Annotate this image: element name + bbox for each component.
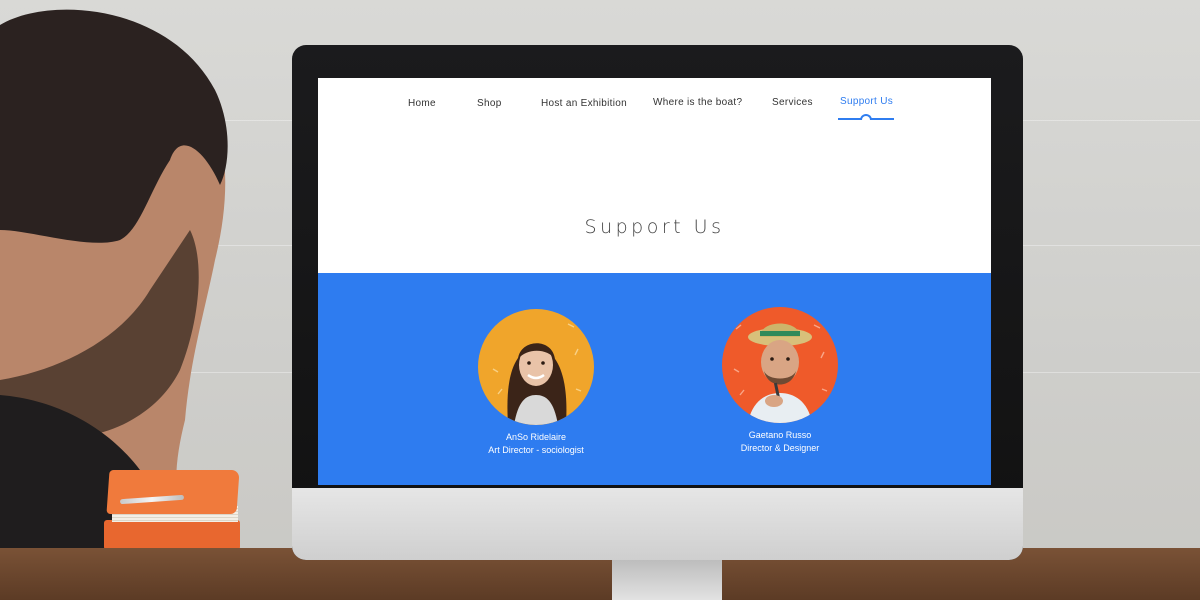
top-navigation: Home Shop Host an Exhibition Where is th…	[318, 78, 991, 128]
team-member-name: Gaetano Russo	[748, 430, 812, 440]
team-member-card: AnSo Ridelaire Art Director - sociologis…	[466, 309, 606, 457]
nav-item-where-is-the-boat[interactable]: Where is the boat?	[653, 97, 742, 108]
team-member-role: Art Director - sociologist	[488, 445, 584, 455]
nav-item-support-us[interactable]: Support Us	[840, 96, 893, 107]
page-title: Support Us	[584, 216, 725, 238]
monitor-stand	[612, 560, 722, 600]
team-member-role: Director & Designer	[740, 443, 820, 453]
nav-item-home[interactable]: Home	[408, 98, 436, 109]
avatar	[478, 309, 594, 425]
active-nav-notch	[860, 114, 872, 120]
nav-item-services[interactable]: Services	[772, 97, 813, 108]
team-member-name: AnSo Ridelaire	[505, 432, 567, 442]
team-section: AnSo Ridelaire Art Director - sociologis…	[318, 273, 991, 485]
book-top	[106, 470, 240, 514]
avatar	[722, 307, 838, 423]
monitor-chin	[292, 488, 1023, 560]
team-member-card: Gaetano Russo Director & Designer	[710, 307, 850, 455]
website-screen: Home Shop Host an Exhibition Where is th…	[318, 78, 991, 485]
book-bottom	[104, 520, 240, 550]
nav-item-shop[interactable]: Shop	[477, 98, 502, 109]
nav-item-host-exhibition[interactable]: Host an Exhibition	[541, 98, 627, 109]
